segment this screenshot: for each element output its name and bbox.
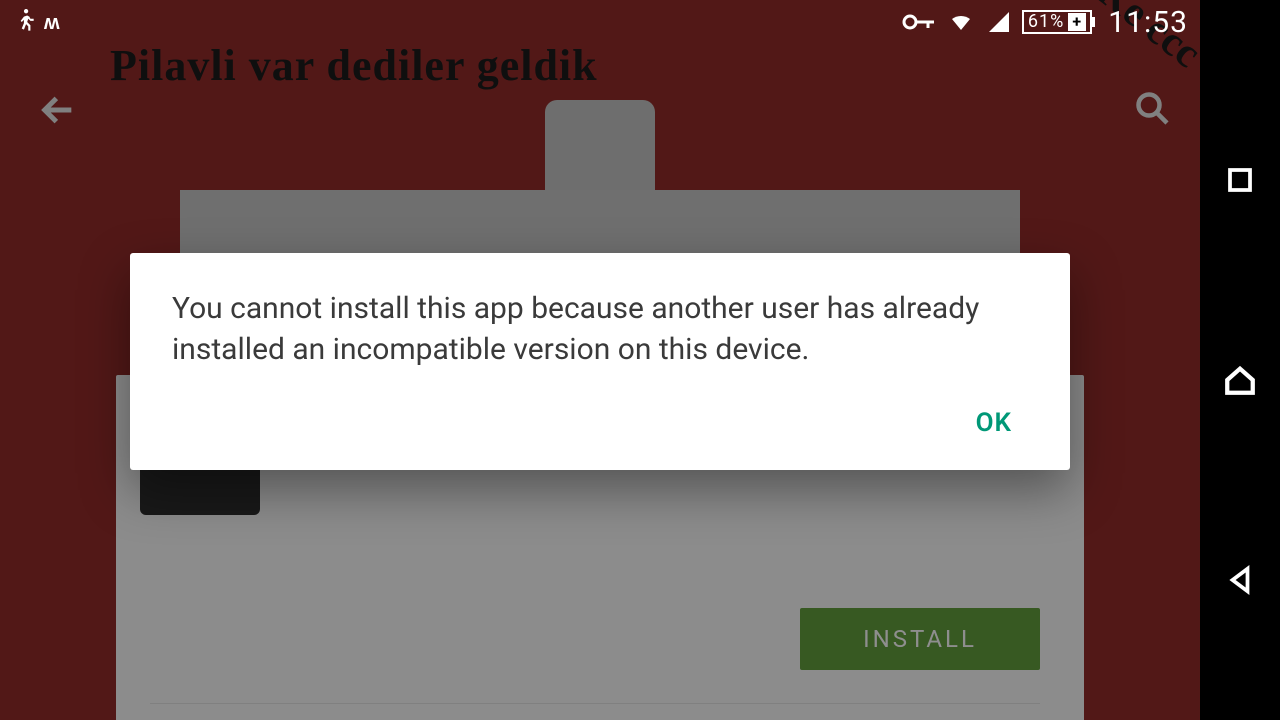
battery-plus-icon: + bbox=[1068, 13, 1086, 31]
vpn-key-icon bbox=[902, 12, 936, 32]
nav-recent-button[interactable] bbox=[1222, 162, 1258, 198]
running-man-icon bbox=[12, 9, 38, 35]
wifi-icon bbox=[946, 10, 976, 34]
dialog-ok-button[interactable]: OK bbox=[960, 400, 1028, 446]
battery-indicator: 61% + bbox=[1022, 10, 1092, 34]
nav-home-button[interactable] bbox=[1222, 362, 1258, 398]
android-nav-bar bbox=[1200, 0, 1280, 720]
cell-signal-icon bbox=[986, 10, 1012, 34]
battery-text: 61% bbox=[1028, 12, 1064, 32]
nav-back-button[interactable] bbox=[1222, 562, 1258, 598]
status-bar: ʍ 61% + 11:53 bbox=[0, 0, 1200, 44]
status-clock: 11:53 bbox=[1108, 5, 1188, 40]
m-icon: ʍ bbox=[44, 10, 61, 35]
device-screen: ʍ 61% + 11:53 Pilavli var dediler geldik… bbox=[0, 0, 1200, 720]
dialog-message: You cannot install this app because anot… bbox=[172, 289, 1028, 370]
error-dialog: You cannot install this app because anot… bbox=[130, 253, 1070, 470]
